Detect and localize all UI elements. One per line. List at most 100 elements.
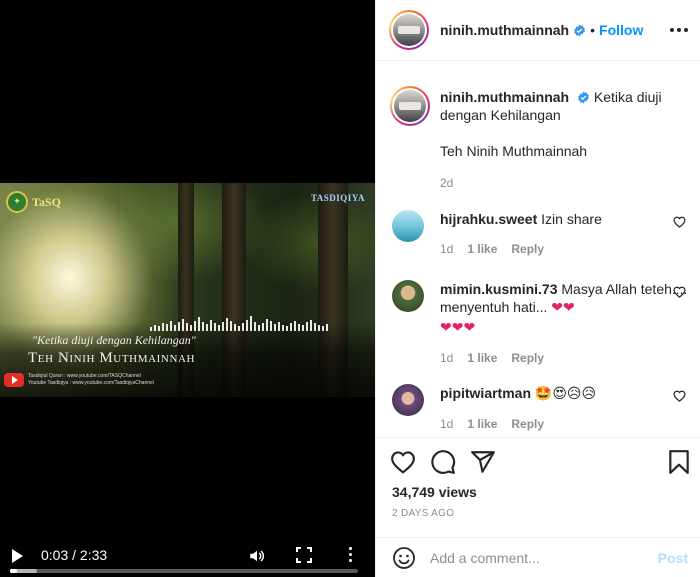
share-icon[interactable]: [470, 449, 496, 475]
post-actions: 34,749 views 2 DAYS AGO: [376, 437, 700, 531]
caption-age: 2d: [440, 176, 454, 190]
comment-username[interactable]: mimin.kusmini.73: [440, 281, 557, 297]
waveform-bar: [290, 323, 292, 331]
heart-icon[interactable]: [673, 286, 686, 298]
waveform-bar: [238, 326, 240, 331]
waveform-bar: [198, 317, 200, 331]
waveform-bar: [246, 320, 248, 331]
waveform-bar: [154, 325, 156, 331]
waveform-bar: [314, 323, 316, 331]
waveform-bar: [278, 322, 280, 331]
waveform-bar: [262, 323, 264, 331]
comment-username[interactable]: hijrahku.sweet: [440, 211, 537, 227]
volume-icon[interactable]: [248, 547, 266, 565]
waveform-bar: [250, 316, 252, 331]
post-header: ninih.muthmainnah • Follow: [376, 0, 700, 61]
post-sidebar: ninih.muthmainnah • Follow ninih.muthmai…: [375, 0, 700, 577]
waveform-bar: [310, 320, 312, 331]
video-frame: ✦ TaSQ TASDIQIYA "Ketika diuji dengan Ke…: [0, 183, 375, 397]
waveform-bar: [286, 326, 288, 331]
waveform-bar: [162, 323, 164, 331]
caption: ninih.muthmainnah Ketika diuji dengan Ke…: [390, 86, 692, 192]
bookmark-icon[interactable]: [666, 449, 692, 475]
waveform-bar: [274, 324, 276, 331]
video-controls: 0:03 / 2:33: [0, 517, 375, 577]
fullscreen-icon[interactable]: [296, 547, 312, 563]
comment-avatar[interactable]: [392, 384, 424, 416]
waveform-bar: [258, 325, 260, 331]
video-overlay-quote: "Ketika diuji dengan Kehilangan": [32, 333, 196, 347]
post-timestamp: 2 DAYS AGO: [392, 508, 455, 519]
comment-icon[interactable]: [430, 449, 456, 475]
caption-line-2: Teh Ninih Muthmainnah: [440, 143, 588, 159]
waveform-bar: [166, 324, 168, 331]
view-count[interactable]: 34,749 views: [392, 484, 477, 500]
comment-likes[interactable]: 1 like: [467, 240, 497, 258]
waveform-bar: [326, 324, 328, 331]
waveform-bar: [298, 324, 300, 331]
comment-likes[interactable]: 1 like: [467, 415, 497, 433]
video-player[interactable]: ✦ TaSQ TASDIQIYA "Ketika diuji dengan Ke…: [0, 0, 375, 577]
waveform-bar: [254, 322, 256, 331]
follow-button[interactable]: Follow: [599, 22, 643, 38]
avatar[interactable]: [389, 10, 429, 50]
waveform-bar: [234, 324, 236, 331]
comment-emojis-line-2: ❤❤❤: [440, 320, 476, 336]
waveform-bar: [266, 319, 268, 331]
waveform-bar: [242, 323, 244, 331]
comment-item: pipitwiartman 🤩😍😥😥 1d 1 like Reply: [392, 384, 692, 433]
waveform-bar: [322, 326, 324, 331]
header-username[interactable]: ninih.muthmainnah: [440, 22, 569, 38]
reply-button[interactable]: Reply: [511, 240, 544, 258]
channel-info: Tasdiqiul Quran : www.youtube.com/TASQCh…: [4, 373, 154, 387]
caption-avatar[interactable]: [390, 86, 430, 126]
waveform-bar: [218, 325, 220, 331]
emoji-icon[interactable]: [392, 546, 416, 570]
more-horizontal-icon[interactable]: [670, 28, 688, 32]
channel-line-1: Tasdiqiul Quran : www.youtube.com/TASQCh…: [28, 373, 141, 379]
comments-list[interactable]: ninih.muthmainnah Ketika diuji dengan Ke…: [376, 62, 700, 437]
post-button[interactable]: Post: [658, 550, 688, 566]
comment-likes[interactable]: 1 like: [467, 349, 497, 367]
comment-item: hijrahku.sweet Izin share 1d 1 like Repl…: [392, 210, 692, 258]
more-vertical-icon[interactable]: [348, 547, 352, 565]
play-icon[interactable]: [12, 549, 23, 563]
instagram-post-modal: ✦ TaSQ TASDIQIYA "Ketika diuji dengan Ke…: [0, 0, 700, 577]
video-overlay-author: Teh Ninih Muthmainnah: [28, 350, 196, 366]
waveform-bar: [302, 325, 304, 331]
heart-icon[interactable]: [673, 390, 686, 402]
comment-age: 1d: [440, 351, 454, 365]
channel-line-2: Youtube Tasdiqiya : www.youtube.com/Tasd…: [28, 380, 154, 386]
waveform-bar: [230, 321, 232, 331]
waveform-bar: [222, 322, 224, 331]
heart-icon[interactable]: [673, 216, 686, 228]
waveform-bar: [190, 325, 192, 331]
comment-emojis: 🤩😍😥😥: [534, 386, 597, 402]
comment-username[interactable]: pipitwiartman: [440, 385, 531, 401]
comment-input[interactable]: [430, 549, 650, 566]
waveform-bar: [206, 324, 208, 331]
caption-username[interactable]: ninih.muthmainnah: [440, 89, 569, 105]
comment-avatar[interactable]: [392, 280, 424, 312]
tasq-logo-text: TaSQ: [32, 194, 61, 209]
waveform-bar: [182, 319, 184, 331]
separator-dot: •: [590, 22, 596, 38]
reply-button[interactable]: Reply: [511, 349, 544, 367]
video-time: 0:03 / 2:33: [41, 547, 108, 563]
waveform-bar: [294, 321, 296, 331]
comment-emojis: ❤❤: [551, 300, 575, 316]
seek-bar[interactable]: [10, 569, 358, 573]
waveform-bar: [158, 326, 160, 331]
like-heart-icon[interactable]: [390, 449, 416, 475]
waveform-bar: [194, 321, 196, 331]
waveform-bar: [178, 322, 180, 331]
tasq-logo: ✦ TaSQ: [6, 191, 61, 213]
comment-avatar[interactable]: [392, 210, 424, 242]
tasdiqiya-logo: TASDIQIYA: [310, 193, 365, 203]
reply-button[interactable]: Reply: [511, 415, 544, 433]
waveform-bar: [282, 325, 284, 331]
verified-icon: [578, 91, 589, 104]
verified-icon: [574, 24, 585, 36]
comment-age: 1d: [440, 417, 454, 431]
add-comment-bar: Post: [376, 537, 700, 577]
